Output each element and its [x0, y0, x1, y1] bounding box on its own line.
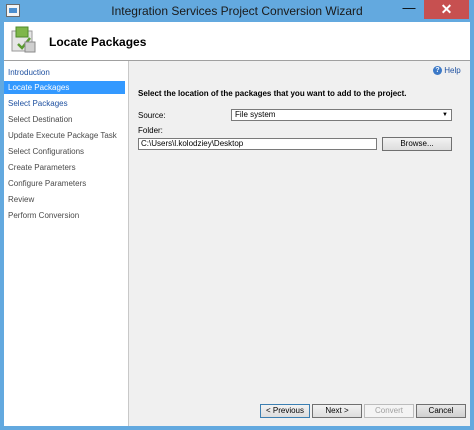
help-label: Help [444, 66, 461, 75]
nav-item-perform-conversion: Perform Conversion [8, 211, 80, 220]
instruction-text: Select the location of the packages that… [138, 89, 407, 98]
minimize-button[interactable]: — [396, 0, 422, 18]
nav-item-review: Review [8, 195, 35, 204]
nav-item-locate-packages[interactable]: Locate Packages [4, 81, 125, 94]
close-button[interactable]: ✕ [424, 0, 469, 19]
wizard-window: Integration Services Project Conversion … [0, 0, 474, 430]
previous-button[interactable]: < Previous [260, 404, 310, 418]
nav-item-create-parameters: Create Parameters [8, 163, 76, 172]
title-bar[interactable]: Integration Services Project Conversion … [0, 0, 474, 22]
nav-item-introduction[interactable]: Introduction [4, 66, 125, 79]
help-link[interactable]: ? Help [433, 66, 461, 76]
next-button[interactable]: Next > [312, 404, 362, 418]
help-icon: ? [433, 66, 442, 76]
page-header: Locate Packages [4, 22, 470, 61]
folder-label: Folder: [138, 126, 163, 135]
browse-button[interactable]: Browse... [382, 137, 452, 151]
nav-item-configure-parameters: Configure Parameters [8, 179, 87, 188]
source-dropdown[interactable]: File system ▼ [231, 109, 452, 121]
nav-item-select-destination: Select Destination [8, 115, 73, 124]
source-value: File system [235, 110, 276, 119]
chevron-down-icon: ▼ [442, 112, 448, 118]
convert-button: Convert [364, 404, 414, 418]
cancel-button[interactable]: Cancel [416, 404, 466, 418]
nav-item-select-configurations: Select Configurations [8, 147, 85, 156]
source-label: Source: [138, 111, 166, 120]
package-wizard-icon [11, 26, 36, 53]
nav-item-update-execute-package-task: Update Execute Package Task [8, 131, 117, 140]
page-title: Locate Packages [49, 35, 147, 49]
wizard-steps-nav: Introduction Locate Packages Select Pack… [4, 61, 129, 426]
wizard-body: Locate Packages Introduction Locate Pack… [4, 22, 470, 426]
nav-item-select-packages[interactable]: Select Packages [4, 97, 125, 110]
folder-input[interactable]: C:\Users\l.kolodziey\Desktop [138, 138, 377, 150]
